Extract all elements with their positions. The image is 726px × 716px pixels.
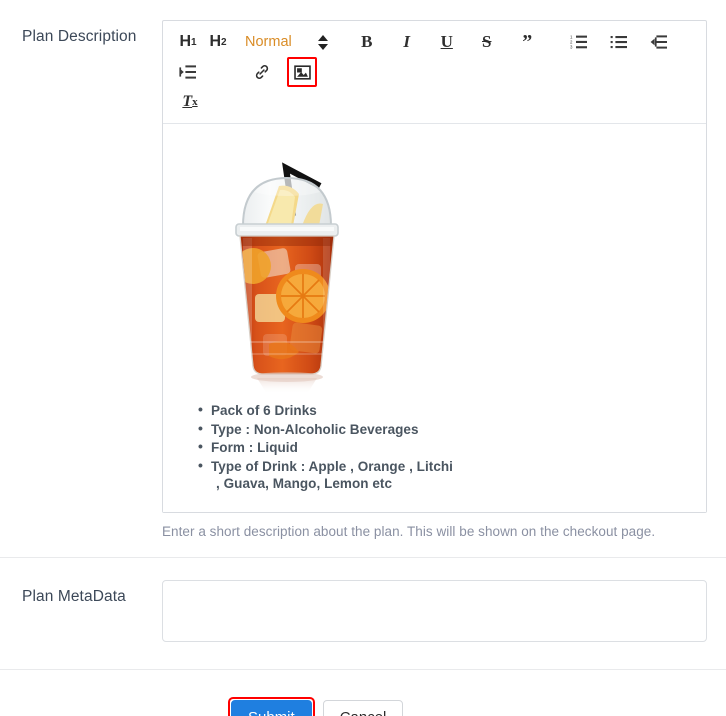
clear-formatting-sub: x (192, 96, 198, 108)
heading-style-value: Normal (245, 34, 292, 50)
product-detail-list: Pack of 6 Drinks Type : Non-Alcoholic Be… (179, 401, 690, 493)
plan-description-control: H1 H2 Normal B I U S ” 1 2 3 T x • Pack … (144, 20, 708, 541)
indent-button[interactable] (173, 57, 203, 87)
cancel-button[interactable]: Cancel (322, 700, 404, 716)
editor-toolbar: H1 H2 Normal B I U S ” 1 2 3 T x (163, 21, 706, 124)
image-icon (293, 64, 311, 81)
heading-1-button[interactable]: H1 (173, 27, 203, 57)
blockquote-button[interactable]: ” (512, 27, 542, 57)
indent-icon (179, 63, 197, 81)
outdent-icon (650, 33, 668, 51)
plan-description-row: Plan Description H1 H2 Normal B I U S ” … (0, 0, 726, 541)
heading-2-label: H (209, 33, 221, 50)
strikethrough-button[interactable]: S (472, 27, 502, 57)
plan-metadata-label: Plan MetaData (22, 588, 126, 605)
editor-content-area[interactable]: Pack of 6 Drinks Type : Non-Alcoholic Be… (163, 124, 706, 512)
clear-formatting-button[interactable]: Tx (175, 87, 205, 117)
list-item: Type of Drink : Apple , Orange , Litchi … (198, 457, 690, 493)
plan-metadata-input[interactable] (162, 580, 707, 642)
plan-metadata-row: Plan MetaData (0, 558, 726, 647)
list-item-text: Form : Liquid (211, 440, 298, 455)
link-icon (253, 63, 271, 81)
outdent-button[interactable] (644, 27, 674, 57)
editor-toolbar-row-2: Tx (173, 87, 700, 117)
submit-button-highlight: Submit (228, 697, 315, 716)
drink-product-image (207, 138, 367, 396)
plan-metadata-control (144, 580, 708, 647)
heading-style-picker[interactable]: Normal (233, 27, 330, 57)
svg-text:3: 3 (570, 45, 573, 50)
heading-2-button[interactable]: H2 (203, 27, 233, 57)
heading-1-sub: 1 (191, 36, 197, 48)
bullet-list-button[interactable] (604, 27, 634, 57)
ordered-list-button[interactable]: 1 2 3 (564, 27, 594, 57)
list-item-text-continued: , Guava, Mango, Lemon etc (216, 476, 393, 491)
underline-button[interactable]: U (432, 27, 462, 57)
submit-button[interactable]: Submit (231, 700, 312, 716)
insert-image-button[interactable] (287, 57, 317, 87)
plan-form-page: Plan Description H1 H2 Normal B I U S ” … (0, 0, 726, 716)
link-button[interactable] (247, 57, 277, 87)
bold-button[interactable]: B (352, 27, 382, 57)
list-item-text: Type of Drink : Apple , Orange , Litchi (211, 458, 453, 474)
form-actions: Submit Cancel (0, 670, 726, 716)
list-item: Form : Liquid (198, 438, 690, 457)
clear-formatting-label: T (182, 93, 193, 110)
chevron-updown-icon (317, 34, 328, 50)
ordered-list-icon: 1 2 3 (570, 33, 588, 51)
list-item: Pack of 6 Drinks (198, 401, 690, 420)
italic-button[interactable]: I (392, 27, 422, 57)
heading-2-sub: 2 (221, 36, 227, 48)
list-item-text: Pack of 6 Drinks (211, 403, 317, 418)
heading-1-label: H (179, 33, 191, 50)
list-item-text: Type : Non-Alcoholic Beverages (211, 421, 419, 437)
plan-description-help-text: Enter a short description about the plan… (162, 524, 656, 539)
plan-description-label: Plan Description (22, 28, 137, 45)
rich-text-editor[interactable]: H1 H2 Normal B I U S ” 1 2 3 T x • Pack … (162, 20, 707, 513)
bullet-list-icon (610, 33, 628, 51)
list-item: Type : Non-Alcoholic Beverages (198, 420, 690, 439)
